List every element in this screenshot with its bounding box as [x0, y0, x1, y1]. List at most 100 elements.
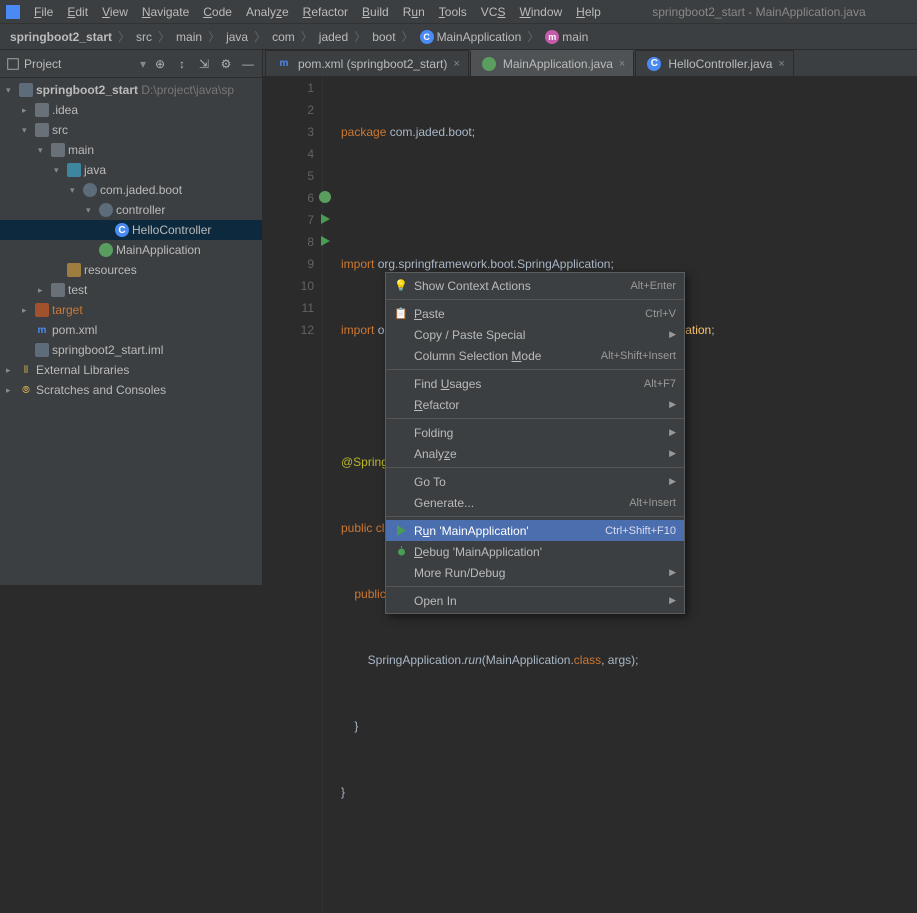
tree-java[interactable]: ▾java	[0, 160, 262, 180]
menu-item-open-in[interactable]: Open In▶	[386, 590, 684, 611]
class-icon: C	[420, 30, 434, 44]
menu-item-go-to[interactable]: Go To▶	[386, 471, 684, 492]
breadcrumb-boot[interactable]: boot	[368, 28, 399, 46]
spring-gutter-icon[interactable]	[318, 190, 332, 204]
menu-analyze[interactable]: Analyze	[240, 3, 295, 21]
menu-item-label: Refactor	[410, 398, 669, 412]
tree-external-libraries[interactable]: ▸⫴External Libraries	[0, 360, 262, 380]
project-tool-title: Project	[24, 57, 140, 71]
menu-item-paste[interactable]: 📋PasteCtrl+V	[386, 303, 684, 324]
menu-run[interactable]: Run	[397, 3, 431, 21]
menu-separator	[386, 418, 684, 419]
menu-view[interactable]: View	[96, 3, 134, 21]
folder-icon	[51, 283, 65, 297]
app-icon	[6, 5, 20, 19]
menu-item-generate[interactable]: Generate...Alt+Insert	[386, 492, 684, 513]
dropdown-icon[interactable]: ▾	[140, 57, 146, 71]
select-opened-file-icon[interactable]: ⊕	[152, 56, 168, 72]
tree-hello-controller[interactable]: CHelloController	[0, 220, 262, 240]
menu-item-copy-paste-special[interactable]: Copy / Paste Special▶	[386, 324, 684, 345]
menu-item-refactor[interactable]: Refactor▶	[386, 394, 684, 415]
tree-target[interactable]: ▸target	[0, 300, 262, 320]
menu-item-run-mainapplication[interactable]: Run 'MainApplication'Ctrl+Shift+F10	[386, 520, 684, 541]
run-gutter-icon[interactable]	[318, 234, 332, 248]
breadcrumb-java[interactable]: java	[222, 28, 252, 46]
menu-separator	[386, 467, 684, 468]
chevron-down-icon: ▾	[6, 85, 16, 96]
chevron-right-icon: ▶	[669, 476, 676, 487]
menu-item-analyze[interactable]: Analyze▶	[386, 443, 684, 464]
menu-file[interactable]: File	[28, 3, 59, 21]
tree-pom[interactable]: mpom.xml	[0, 320, 262, 340]
tree-main-application[interactable]: MainApplication	[0, 240, 262, 260]
folder-icon	[35, 123, 49, 137]
menu-item-label: Generate...	[410, 496, 629, 510]
menu-build[interactable]: Build	[356, 3, 395, 21]
chevron-right-icon: 〉	[158, 28, 170, 45]
menu-item-more-run-debug[interactable]: More Run/Debug▶	[386, 562, 684, 583]
settings-icon[interactable]: ⚙	[218, 56, 234, 72]
breadcrumb-method[interactable]: mmain	[541, 28, 592, 46]
collapse-all-icon[interactable]: ⇲	[196, 56, 212, 72]
chevron-right-icon: ▶	[669, 595, 676, 606]
menu-item-find-usages[interactable]: Find UsagesAlt+F7	[386, 373, 684, 394]
menu-item-label: Run 'MainApplication'	[410, 524, 605, 538]
chevron-right-icon: ▸	[22, 105, 32, 116]
menu-item-folding[interactable]: Folding▶	[386, 422, 684, 443]
chevron-right-icon: 〉	[254, 28, 266, 45]
menu-edit[interactable]: Edit	[61, 3, 94, 21]
project-tool-header: Project ▾ ⊕ ↕ ⇲ ⚙ —	[0, 50, 262, 78]
menu-shortcut: Alt+F7	[644, 378, 676, 390]
menu-vcs[interactable]: VCS	[475, 3, 512, 21]
menu-item-show-context-actions[interactable]: 💡Show Context ActionsAlt+Enter	[386, 275, 684, 296]
breadcrumb-main[interactable]: main	[172, 28, 206, 46]
menu-window[interactable]: Window	[513, 3, 568, 21]
menu-item-label: Analyze	[410, 447, 669, 461]
tree-controller[interactable]: ▾controller	[0, 200, 262, 220]
editor-gutter[interactable]: 1 2 3 4 5 6 7 8 9 10 11 12	[263, 77, 323, 913]
tree-main[interactable]: ▾main	[0, 140, 262, 160]
menu-separator	[386, 299, 684, 300]
menu-shortcut: Alt+Enter	[630, 280, 676, 292]
tab-pom[interactable]: mpom.xml (springboot2_start)×	[265, 50, 469, 76]
menu-navigate[interactable]: Navigate	[136, 3, 195, 21]
tab-main-application[interactable]: MainApplication.java×	[470, 50, 635, 76]
method-icon: m	[545, 30, 559, 44]
project-tree[interactable]: ▾springboot2_start D:\project\java\sp ▸.…	[0, 78, 262, 585]
tab-hello-controller[interactable]: CHelloController.java×	[635, 50, 794, 76]
menu-item-debug-mainapplication[interactable]: Debug 'MainApplication'	[386, 541, 684, 562]
breadcrumb-src[interactable]: src	[132, 28, 156, 46]
hide-icon[interactable]: —	[240, 56, 256, 72]
tree-idea[interactable]: ▸.idea	[0, 100, 262, 120]
tree-test[interactable]: ▸test	[0, 280, 262, 300]
chevron-down-icon: ▾	[54, 165, 64, 176]
chevron-down-icon: ▾	[86, 205, 96, 216]
tree-package[interactable]: ▾com.jaded.boot	[0, 180, 262, 200]
close-icon[interactable]: ×	[453, 58, 459, 70]
tree-resources[interactable]: resources	[0, 260, 262, 280]
breadcrumb-root[interactable]: springboot2_start	[6, 28, 116, 46]
menu-code[interactable]: Code	[197, 3, 238, 21]
menu-bar: File Edit View Navigate Code Analyze Ref…	[28, 3, 607, 21]
menu-tools[interactable]: Tools	[433, 3, 473, 21]
tree-scratches[interactable]: ▸⦾Scratches and Consoles	[0, 380, 262, 400]
breadcrumb-com[interactable]: com	[268, 28, 299, 46]
maven-icon: m	[277, 57, 291, 71]
menu-item-label: Debug 'MainApplication'	[410, 545, 676, 559]
breadcrumb-jaded[interactable]: jaded	[315, 28, 352, 46]
breadcrumb-class[interactable]: CMainApplication	[416, 28, 526, 46]
menu-help[interactable]: Help	[570, 3, 607, 21]
package-icon	[83, 183, 97, 197]
tree-iml[interactable]: springboot2_start.iml	[0, 340, 262, 360]
tree-src[interactable]: ▾src	[0, 120, 262, 140]
chevron-right-icon: ▶	[669, 399, 676, 410]
run-gutter-icon[interactable]	[318, 212, 332, 226]
close-icon[interactable]: ×	[778, 58, 784, 70]
close-icon[interactable]: ×	[619, 58, 625, 70]
tree-root[interactable]: ▾springboot2_start D:\project\java\sp	[0, 80, 262, 100]
menu-item-column-selection-mode[interactable]: Column Selection ModeAlt+Shift+Insert	[386, 345, 684, 366]
expand-all-icon[interactable]: ↕	[174, 56, 190, 72]
menu-shortcut: Alt+Insert	[629, 497, 676, 509]
menu-shortcut: Alt+Shift+Insert	[601, 350, 676, 362]
menu-refactor[interactable]: Refactor	[297, 3, 354, 21]
